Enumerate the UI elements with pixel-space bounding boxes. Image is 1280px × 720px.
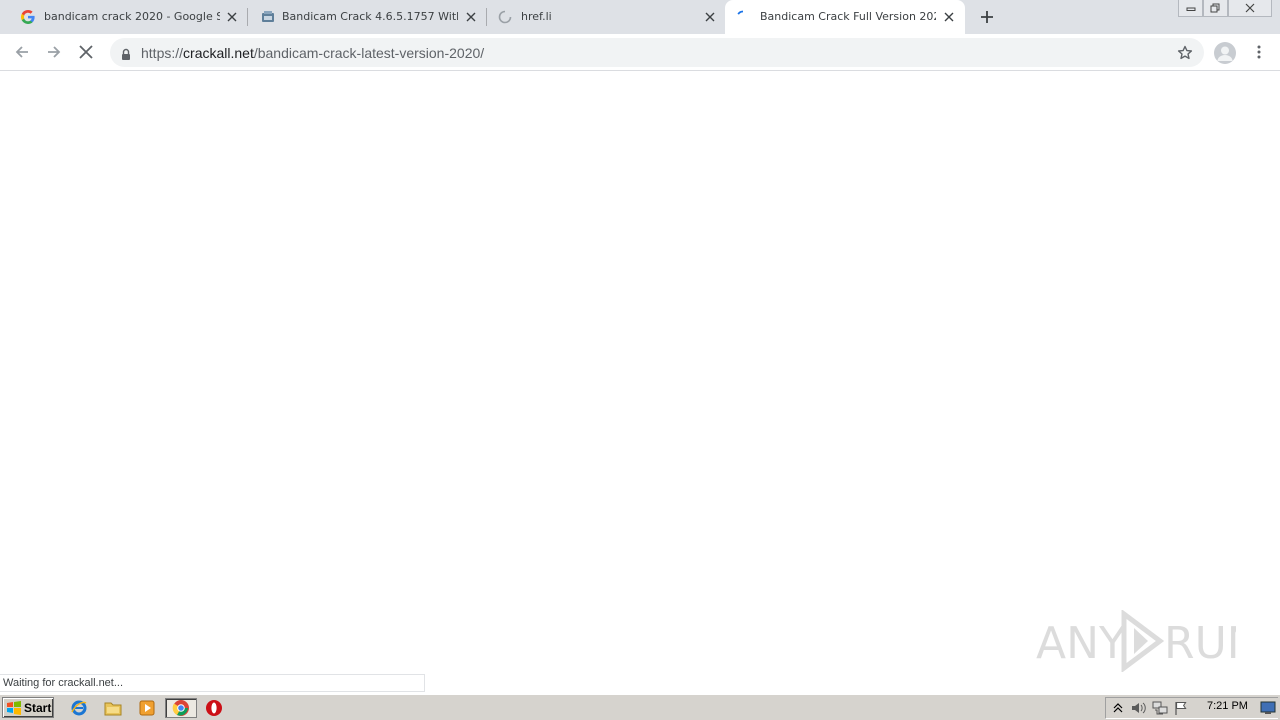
file-explorer-icon[interactable] bbox=[102, 698, 124, 718]
show-hidden-icons-icon[interactable] bbox=[1109, 699, 1127, 717]
action-center-flag-icon[interactable] bbox=[1172, 699, 1190, 717]
tab-title: Bandicam Crack 4.6.5.1757 With Re bbox=[282, 10, 458, 23]
new-tab-plus-icon[interactable] bbox=[978, 8, 996, 26]
bookmark-star-icon[interactable] bbox=[1176, 44, 1194, 62]
internet-explorer-icon[interactable] bbox=[68, 698, 90, 718]
chrome-taskbar-icon[interactable] bbox=[165, 698, 197, 718]
google-g-icon bbox=[20, 9, 36, 25]
profile-avatar-icon[interactable] bbox=[1214, 42, 1236, 64]
tab-href-li[interactable]: href.li bbox=[487, 0, 725, 34]
forward-arrow-icon[interactable] bbox=[44, 42, 64, 62]
restore-icon[interactable] bbox=[1203, 0, 1228, 17]
tab-title: bandicam crack 2020 - Google Suche bbox=[44, 10, 220, 23]
status-bubble: Waiting for crackall.net... bbox=[0, 674, 425, 692]
show-desktop-icon[interactable] bbox=[1260, 700, 1276, 714]
system-tray bbox=[1105, 697, 1278, 719]
minimize-icon[interactable] bbox=[1178, 0, 1203, 17]
stop-loading-icon[interactable] bbox=[76, 42, 96, 62]
url-host: crackall.net bbox=[183, 45, 254, 61]
tab-close-icon[interactable] bbox=[224, 9, 240, 25]
address-bar[interactable]: https://crackall.net/bandicam-crack-late… bbox=[110, 38, 1204, 67]
tab-title: Bandicam Crack Full Version 2020 Fr bbox=[760, 10, 936, 23]
loading-spinner-icon bbox=[735, 9, 751, 25]
volume-icon[interactable] bbox=[1130, 699, 1148, 717]
window-controls bbox=[1178, 0, 1272, 18]
watermark-text-right: RUN bbox=[1164, 618, 1236, 669]
network-icon[interactable] bbox=[1151, 699, 1169, 717]
tab-close-icon[interactable] bbox=[463, 9, 479, 25]
lock-icon[interactable] bbox=[120, 46, 132, 60]
tab-google-search[interactable]: bandicam crack 2020 - Google Suche bbox=[0, 0, 246, 34]
opera-icon[interactable] bbox=[203, 698, 225, 718]
tab-strip: bandicam crack 2020 - Google Suche Bandi… bbox=[0, 0, 1280, 34]
url-path: /bandicam-crack-latest-version-2020/ bbox=[253, 45, 485, 61]
page-viewport bbox=[0, 72, 1280, 694]
site-icon bbox=[260, 9, 276, 25]
kebab-menu-icon[interactable] bbox=[1250, 42, 1268, 62]
watermark-text-left: ANY bbox=[1036, 618, 1126, 669]
back-arrow-icon[interactable] bbox=[12, 42, 32, 62]
loading-spinner-icon bbox=[497, 9, 513, 25]
screen: bandicam crack 2020 - Google Suche Bandi… bbox=[0, 0, 1280, 720]
anyrun-watermark: ANY RUN bbox=[1036, 609, 1260, 673]
windows-logo-icon bbox=[6, 700, 22, 715]
url-text[interactable]: https://crackall.net/bandicam-crack-late… bbox=[141, 45, 484, 61]
media-player-icon[interactable] bbox=[136, 698, 158, 718]
url-scheme: https:// bbox=[141, 45, 184, 61]
tab-bandicam-crack[interactable]: Bandicam Crack 4.6.5.1757 With Re bbox=[248, 0, 486, 34]
taskbar-clock[interactable]: 7:21 PM bbox=[1207, 700, 1248, 712]
start-button[interactable]: Start bbox=[2, 697, 54, 718]
tab-close-icon[interactable] bbox=[702, 9, 718, 25]
tab-bandicam-full-version[interactable]: Bandicam Crack Full Version 2020 Fr bbox=[725, 0, 965, 34]
tab-close-icon[interactable] bbox=[941, 9, 957, 25]
start-label: Start bbox=[24, 700, 52, 715]
taskbar: Start 7:21 PM bbox=[0, 694, 1280, 720]
window-close-icon[interactable] bbox=[1228, 0, 1272, 17]
tab-title: href.li bbox=[521, 10, 552, 23]
browser-toolbar: https://crackall.net/bandicam-crack-late… bbox=[0, 34, 1280, 71]
